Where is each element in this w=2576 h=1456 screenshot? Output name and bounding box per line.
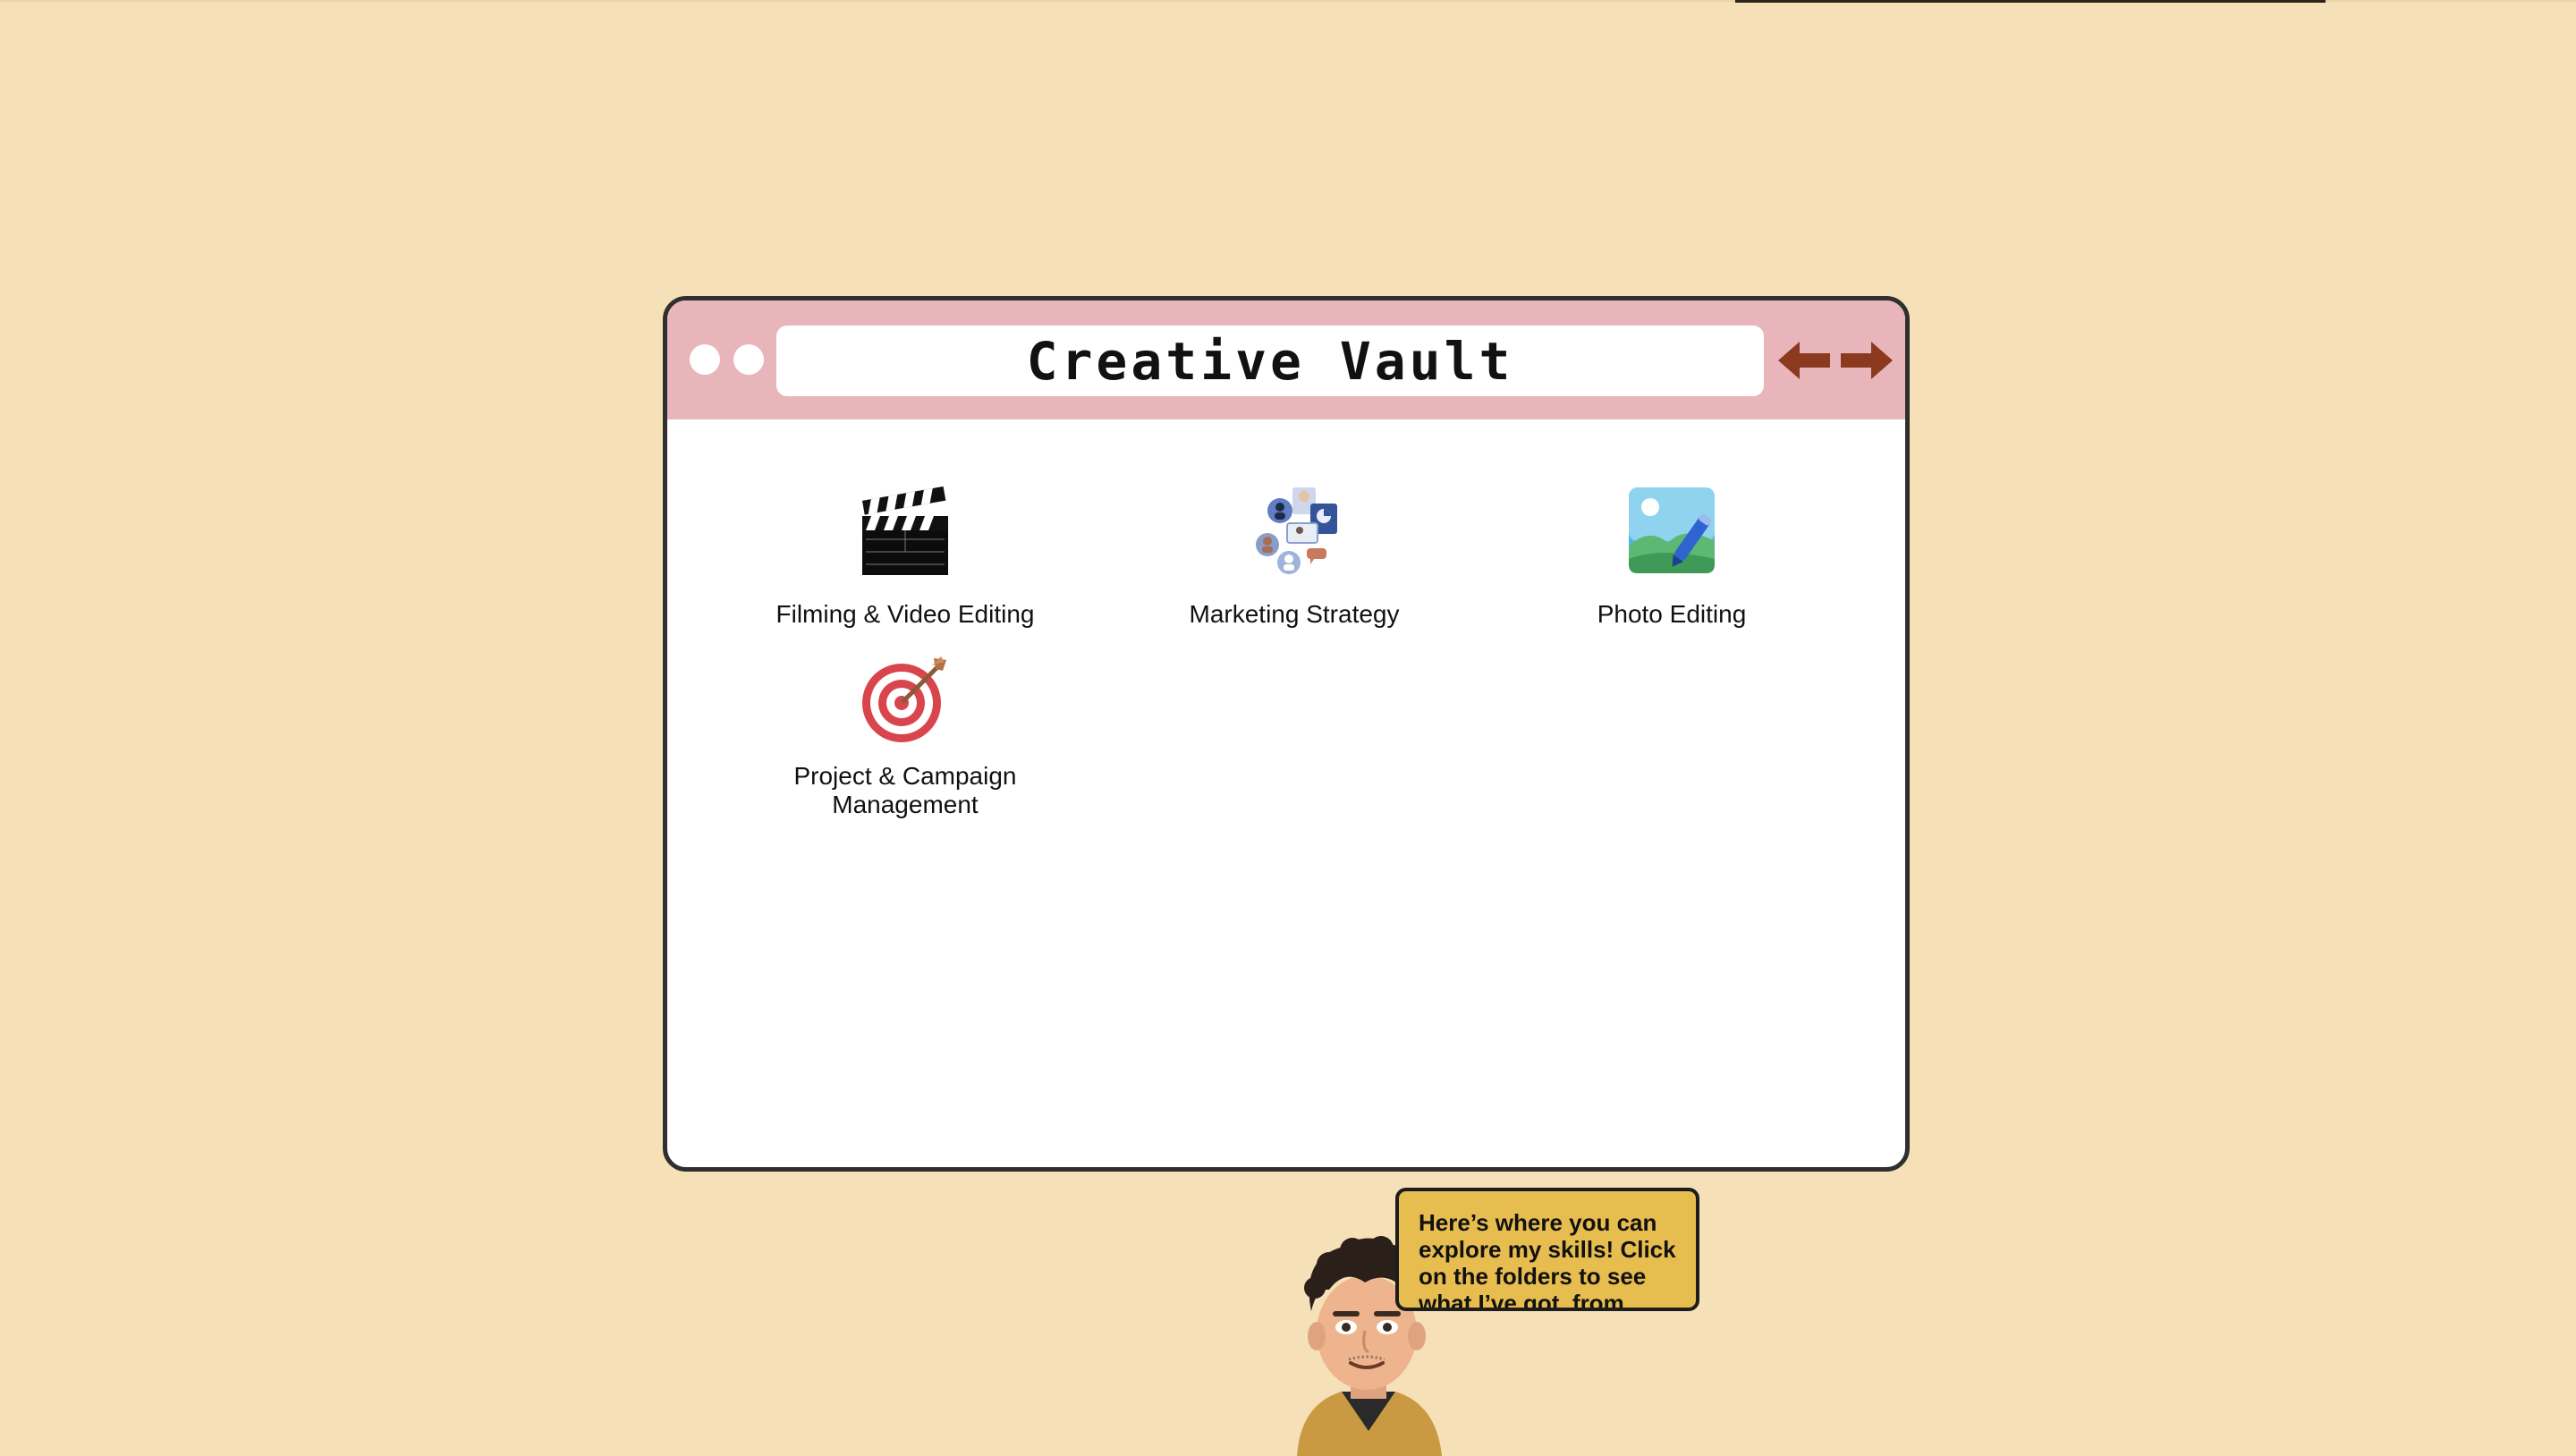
folder-project-campaign-management[interactable]: Project & Campaign Management [771,653,1039,819]
window-dot-2[interactable] [733,344,764,375]
folder-label: Photo Editing [1597,600,1747,628]
window-dot-1[interactable] [690,344,720,375]
speech-bubble: Here’s where you can explore my skills! … [1395,1188,1699,1311]
folder-label: Marketing Strategy [1189,600,1400,628]
speech-bubble-text: Here’s where you can explore my skills! … [1419,1209,1676,1311]
photo-edit-icon [1629,487,1715,573]
arrow-left-icon [1778,342,1830,379]
window-titlebar: Creative Vault [667,301,1905,419]
folder-marketing-strategy[interactable]: Marketing Strategy [1160,484,1428,629]
folder-label-line-1: Project & Campaign [793,762,1017,790]
arrow-right-icon [1841,342,1893,379]
marketing-network-icon [1256,487,1337,574]
folder-label-line-2: Management [832,791,979,818]
clapperboard-icon [861,486,948,575]
forward-button[interactable] [1839,336,1894,385]
back-button[interactable] [1776,336,1832,385]
folder-photo-editing[interactable]: Photo Editing [1538,484,1806,629]
creative-vault-window: Creative Vault Filming & Video Editing M… [663,296,1910,1172]
top-edge-image [1735,0,2326,3]
title-field: Creative Vault [776,326,1764,396]
folder-label: Filming & Video Editing [775,600,1035,628]
target-icon [862,656,946,742]
window-title: Creative Vault [1026,330,1514,392]
folder-filming-video-editing[interactable]: Filming & Video Editing [771,484,1039,629]
folder-label: Project & Campaign Management [793,762,1016,819]
folder-area: Filming & Video Editing Marketing Strate… [667,419,1905,1167]
